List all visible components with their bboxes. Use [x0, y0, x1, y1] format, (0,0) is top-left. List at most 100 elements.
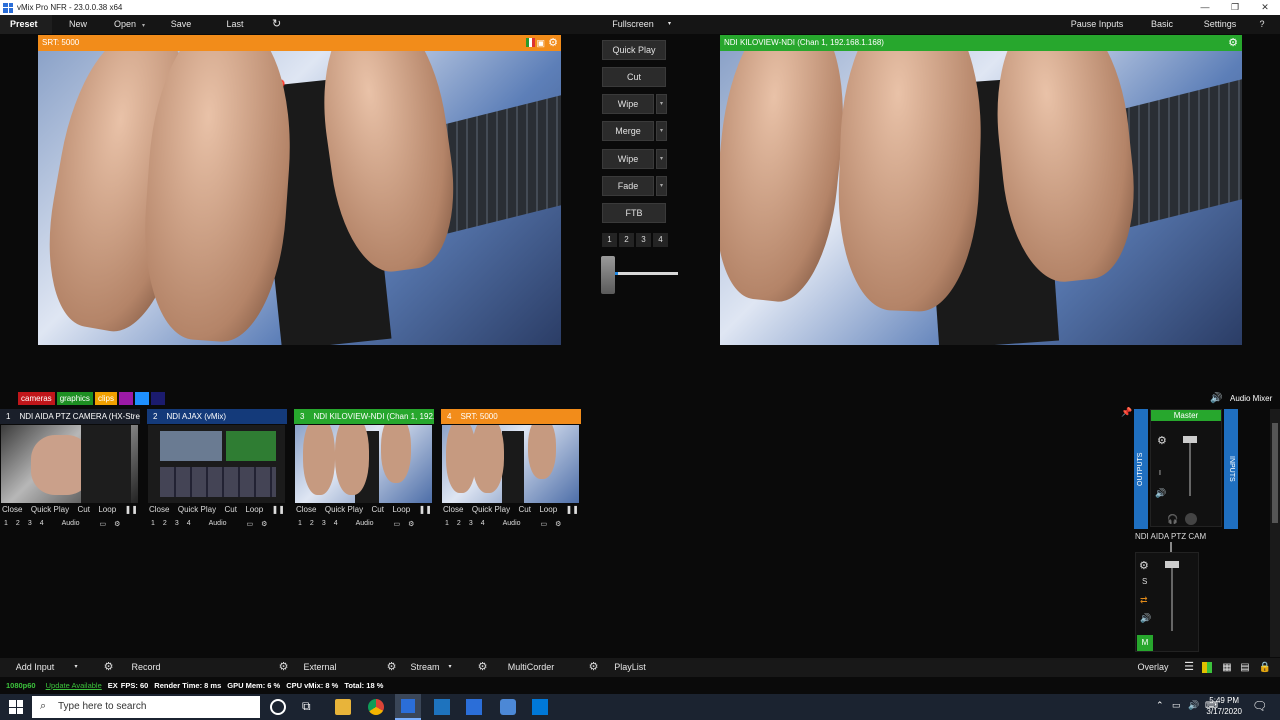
close-button[interactable]: Close: [296, 505, 316, 516]
colour-bars-icon[interactable]: [526, 38, 535, 47]
merge-dropdown-icon[interactable]: ▾: [656, 121, 667, 141]
scrollbar-thumb[interactable]: [1272, 423, 1278, 523]
taskbar-search-input[interactable]: Type here to search: [32, 696, 260, 718]
transition-1-button[interactable]: 1: [602, 233, 617, 247]
help-button[interactable]: ?: [1253, 15, 1271, 34]
close-button[interactable]: Close: [149, 505, 169, 516]
gear-icon[interactable]: ⚙: [548, 35, 558, 51]
pause-icon[interactable]: ❚❚: [566, 505, 579, 516]
overlay-2-button[interactable]: 2: [310, 520, 314, 527]
restore-button[interactable]: ❐: [1220, 0, 1250, 15]
tab-cameras[interactable]: cameras: [18, 392, 55, 405]
tab-graphics[interactable]: graphics: [56, 392, 93, 405]
overlay-2-button[interactable]: 2: [457, 520, 461, 527]
mute-button[interactable]: M: [1137, 635, 1153, 651]
inputs-tab[interactable]: INPUTS: [1224, 409, 1238, 529]
overlay-1-button[interactable]: 1: [445, 520, 449, 527]
tab-navy[interactable]: [150, 392, 165, 405]
tray-chevron-icon[interactable]: ⌃: [1156, 700, 1164, 711]
multicorder-button[interactable]: MultiCorder: [502, 658, 560, 677]
pin-icon[interactable]: 📌: [1121, 407, 1132, 418]
windows-start-icon[interactable]: [9, 700, 23, 714]
save-button[interactable]: Save: [154, 15, 208, 34]
network-icon[interactable]: ▭: [1172, 700, 1181, 711]
notification-icon[interactable]: 🗨: [1252, 699, 1267, 713]
input-card-1[interactable]: 1 NDI AIDA PTZ CAMERA (HX-Stream) Close Q…: [0, 409, 140, 530]
pause-icon[interactable]: ❚❚: [272, 505, 285, 516]
gear-icon[interactable]: ⚙: [1228, 35, 1238, 51]
gear-icon[interactable]: ⚙: [277, 661, 290, 674]
overlay-3-button[interactable]: 3: [175, 520, 179, 527]
loop-button[interactable]: Loop: [392, 505, 410, 516]
external-button[interactable]: External: [296, 658, 344, 677]
levels-icon[interactable]: [1202, 662, 1212, 673]
speaker-icon[interactable]: 🔊: [1155, 488, 1166, 499]
overlay-3-button[interactable]: 3: [28, 520, 32, 527]
overlay-3-button[interactable]: 3: [469, 520, 473, 527]
cut-button[interactable]: Cut: [519, 505, 531, 516]
input-card-4[interactable]: 4 SRT: 5000 Close Quick Play Cut Loop ❚❚ …: [441, 409, 581, 530]
gear-icon[interactable]: ⚙: [587, 661, 600, 674]
playlist-button[interactable]: PlayList: [608, 658, 652, 677]
gear-icon[interactable]: ⚙: [261, 520, 267, 528]
monitor-icon[interactable]: ▭: [100, 520, 107, 528]
wipe-transition-button[interactable]: Wipe: [602, 94, 654, 114]
settings-app-icon[interactable]: [500, 699, 516, 715]
new-button[interactable]: New: [52, 15, 104, 34]
loop-button[interactable]: Loop: [539, 505, 557, 516]
refresh-icon[interactable]: ↻: [262, 15, 288, 34]
channel-fader-handle[interactable]: [1165, 561, 1179, 568]
chevron-down-icon[interactable]: ▾: [142, 23, 145, 29]
loop-button[interactable]: Loop: [98, 505, 116, 516]
stream-dropdown-icon[interactable]: ▾: [446, 658, 454, 677]
record-button[interactable]: Record: [124, 658, 168, 677]
quick-play-button[interactable]: Quick Play: [325, 505, 363, 516]
basic-button[interactable]: Basic: [1137, 15, 1187, 34]
quick-play-button[interactable]: Quick Play: [31, 505, 69, 516]
network-app-icon[interactable]: [532, 699, 548, 715]
cortana-icon[interactable]: [270, 699, 286, 715]
overlay-4-button[interactable]: 4: [481, 520, 485, 527]
audio-button[interactable]: Audio: [356, 520, 374, 527]
loop-button[interactable]: Loop: [245, 505, 263, 516]
grid-icon[interactable]: ▦: [1220, 658, 1234, 677]
headphones-icon[interactable]: 🎧: [1167, 514, 1178, 525]
open-button[interactable]: Open ▾: [104, 15, 154, 34]
gear-icon[interactable]: ⚙: [408, 520, 414, 528]
overlay-4-button[interactable]: 4: [334, 520, 338, 527]
menu-icon[interactable]: ☰: [1182, 658, 1196, 677]
file-explorer-icon[interactable]: [335, 699, 351, 715]
overlay-2-button[interactable]: 2: [163, 520, 167, 527]
gear-icon[interactable]: ⚙: [102, 661, 115, 674]
master-fader-track[interactable]: [1189, 436, 1191, 496]
preview-video[interactable]: [38, 51, 561, 345]
fade-transition-button[interactable]: Fade: [602, 176, 654, 196]
swap-icon[interactable]: ⇄: [1140, 595, 1148, 606]
gear-icon[interactable]: ⚙: [385, 661, 398, 674]
window-icon[interactable]: ▤: [1238, 658, 1252, 677]
vmix-taskbar-button[interactable]: [395, 694, 421, 720]
overlay-1-button[interactable]: 1: [4, 520, 8, 527]
cut-button[interactable]: Cut: [372, 505, 384, 516]
add-input-button[interactable]: Add Input: [0, 658, 70, 677]
wipe-dropdown-icon[interactable]: ▾: [656, 94, 667, 114]
gear-icon[interactable]: ⚙: [1157, 434, 1167, 447]
chrome-icon[interactable]: [368, 699, 384, 715]
update-available-link[interactable]: Update Available: [46, 679, 102, 693]
channel-fader-track[interactable]: [1171, 561, 1173, 631]
preset-button[interactable]: Preset: [0, 15, 52, 34]
store-icon[interactable]: [434, 699, 450, 715]
pause-icon[interactable]: ❚❚: [419, 505, 432, 516]
overlay-4-button[interactable]: 4: [40, 520, 44, 527]
audio-button[interactable]: Audio: [62, 520, 80, 527]
gear-icon[interactable]: ⚙: [476, 661, 489, 674]
input-1-thumbnail[interactable]: [1, 425, 138, 503]
pause-icon[interactable]: ❚❚: [125, 505, 138, 516]
cut-button[interactable]: Cut: [78, 505, 90, 516]
overlay-1-button[interactable]: 1: [298, 520, 302, 527]
quick-play-button[interactable]: Quick Play: [602, 40, 666, 60]
fullscreen-dropdown-icon[interactable]: ▾: [668, 15, 678, 34]
merge-transition-button[interactable]: Merge: [602, 121, 654, 141]
overlay-2-button[interactable]: 2: [16, 520, 20, 527]
gear-icon[interactable]: ⚙: [555, 520, 561, 528]
